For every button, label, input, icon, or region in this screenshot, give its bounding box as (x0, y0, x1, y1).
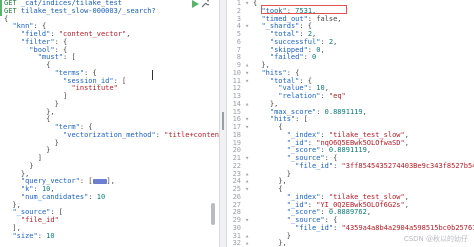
text-cursor (152, 70, 153, 80)
line-number: 32 (232, 239, 241, 247)
request-line[interactable]: "num_candidates": 10 (0, 193, 219, 202)
response-code-text: }, (253, 239, 287, 247)
request-line[interactable]: } (0, 162, 219, 171)
request-line[interactable]: "file_id" (0, 216, 219, 225)
line-number: 8 (236, 53, 241, 62)
line-number: 7 (236, 45, 241, 54)
request-line[interactable]: GET tilake_test_slow-000003/_search? (0, 7, 219, 16)
pane-splitter[interactable] (219, 0, 227, 247)
line-number: 1 (236, 0, 241, 7)
splitter-grip[interactable] (222, 112, 224, 130)
request-scrollbar[interactable] (211, 203, 215, 225)
response-code: 1 ▾{2 "took": 7531, 3 "timed_out": false, 4… (227, 0, 474, 247)
fold-toggle-icon[interactable]: ▴ (245, 239, 253, 247)
line-number: 3 (236, 14, 241, 23)
request-line[interactable]: "size": 10 (0, 232, 219, 241)
watermark: CSDN @秋以的幼仔 (403, 235, 468, 243)
request-code[interactable]: GET _cat/indices/tilake_test GET tilake_t… (0, 0, 219, 240)
line-number: 5 (236, 30, 241, 38)
request-editor[interactable]: GET _cat/indices/tilake_test GET tilake_t… (0, 0, 219, 247)
line-number: 6 (236, 37, 241, 46)
line-number: 2 (236, 6, 241, 15)
line-number: 4 (236, 22, 241, 31)
response-viewer[interactable]: 1 ▾{2 "took": 7531, 3 "timed_out": false, 4… (227, 0, 474, 247)
